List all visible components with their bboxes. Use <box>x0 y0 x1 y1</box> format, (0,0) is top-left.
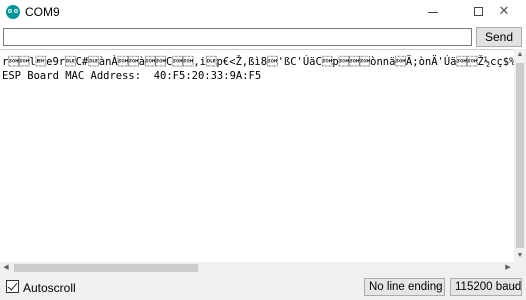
title-bar: COM9 ✕ <box>0 0 526 24</box>
send-button[interactable]: Send <box>476 27 522 47</box>
scroll-left-icon[interactable]: ◀ <box>0 262 12 274</box>
autoscroll-checkbox[interactable] <box>6 280 19 293</box>
autoscroll-label[interactable]: Autoscroll <box>23 281 76 295</box>
close-icon: ✕ <box>498 4 510 19</box>
scrollbar-corner <box>514 262 526 274</box>
horizontal-scrollbar[interactable]: ◀ ▶ <box>0 262 526 274</box>
vertical-scrollbar[interactable]: ▲ ▼ <box>514 49 526 262</box>
bottom-bar: Autoscroll No line ending ⌵ 115200 baud … <box>0 274 526 300</box>
window-title: COM9 <box>25 5 60 19</box>
arduino-icon <box>6 5 20 19</box>
vertical-scroll-thumb[interactable] <box>516 63 524 248</box>
output-line: rle9rC#ànÀàC,ip€<Ž,ßì8'ßC'Ú… <box>2 56 514 68</box>
scroll-right-icon[interactable]: ▶ <box>502 262 514 274</box>
serial-output[interactable]: rle9rC#ànÀàC,ip€<Ž,ßì8'ßC'Ú… <box>0 49 514 263</box>
chevron-down-icon: ⌵ <box>511 281 518 291</box>
line-ending-select[interactable]: No line ending ⌵ <box>364 278 445 296</box>
horizontal-scroll-thumb[interactable] <box>14 264 198 272</box>
line-ending-value: No line ending <box>369 281 443 293</box>
scroll-up-icon[interactable]: ▲ <box>514 49 526 61</box>
minimize-button[interactable] <box>410 0 456 24</box>
checkmark-icon <box>7 280 18 291</box>
baud-rate-select[interactable]: 115200 baud ⌵ <box>450 278 522 296</box>
scroll-down-icon[interactable]: ▼ <box>514 250 526 262</box>
output-line: ESP Board MAC Address: 40:F5:20:33:9A:F5 <box>2 70 262 82</box>
minimize-icon <box>428 12 438 13</box>
serial-input[interactable] <box>3 28 472 46</box>
close-button[interactable]: ✕ <box>482 0 526 24</box>
send-row: Send <box>0 26 526 48</box>
chevron-down-icon: ⌵ <box>434 281 441 291</box>
